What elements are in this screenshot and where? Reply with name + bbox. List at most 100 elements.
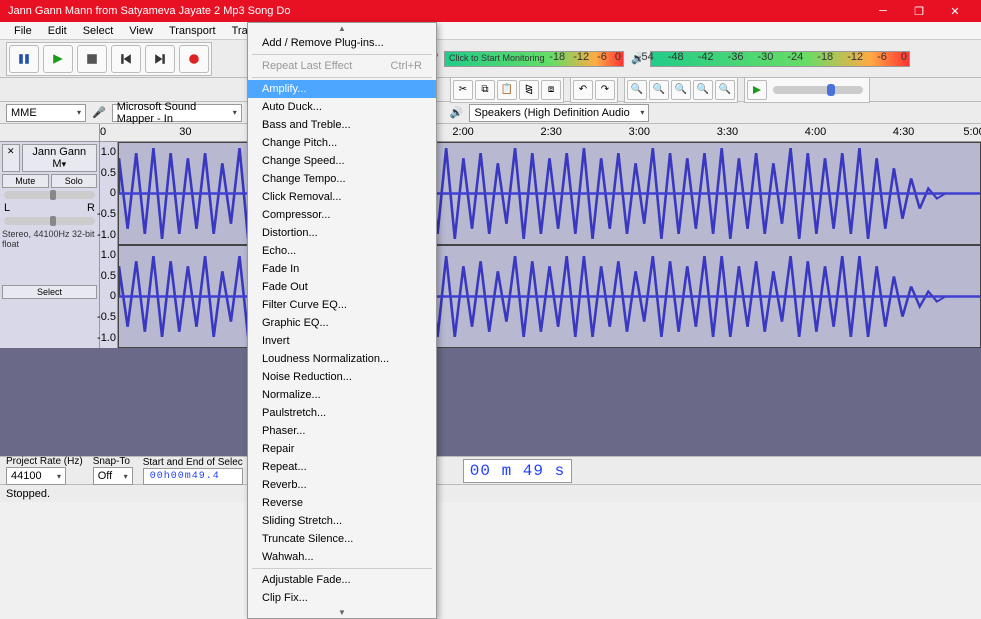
minimize-button[interactable]: ─ [865, 5, 901, 17]
menu-item-phaser[interactable]: Phaser... [248, 422, 436, 440]
menu-item-filter-curve-eq[interactable]: Filter Curve EQ... [248, 296, 436, 314]
stop-button[interactable] [77, 45, 107, 73]
window-title: Jann Gann Mann from Satyameva Jayate 2 M… [8, 5, 865, 17]
device-toolbar: MME 🎤 Microsoft Sound Mapper - In 🔊 Spea… [0, 102, 981, 124]
cut-button[interactable]: ✂ [453, 80, 473, 100]
menu-edit[interactable]: Edit [40, 23, 75, 39]
menu-item-fade-in[interactable]: Fade In [248, 260, 436, 278]
solo-button[interactable]: Solo [51, 174, 98, 188]
play-speed-slider[interactable] [773, 86, 863, 94]
undo-toolbar: ↶ ↷ [570, 77, 618, 103]
menu-item-adjustable-fade[interactable]: Adjustable Fade... [248, 571, 436, 589]
mute-button[interactable]: Mute [2, 174, 49, 188]
menu-item-bass-and-treble[interactable]: Bass and Treble... [248, 116, 436, 134]
close-button[interactable]: ✕ [937, 5, 973, 18]
menu-item-change-speed[interactable]: Change Speed... [248, 152, 436, 170]
status-text: Stopped. [6, 488, 50, 500]
snap-to-select[interactable]: Off [93, 467, 133, 485]
silence-button[interactable]: ⧈ [541, 80, 561, 100]
maximize-button[interactable]: ❐ [901, 5, 937, 18]
menu-item-fade-out[interactable]: Fade Out [248, 278, 436, 296]
record-meter-section: 🎤 Click to Start Monitoring -18 -12 -6 0 [424, 51, 624, 67]
record-meter-hint: Click to Start Monitoring [449, 53, 545, 63]
menu-item-change-tempo[interactable]: Change Tempo... [248, 170, 436, 188]
zoom-toggle-button[interactable]: 🔍 [715, 80, 735, 100]
menu-item-echo[interactable]: Echo... [248, 242, 436, 260]
menu-item-click-removal[interactable]: Click Removal... [248, 188, 436, 206]
menu-view[interactable]: View [121, 23, 161, 39]
audio-host-select[interactable]: MME [6, 104, 86, 122]
menu-item-paulstretch[interactable]: Paulstretch... [248, 404, 436, 422]
menu-item-distortion[interactable]: Distortion... [248, 224, 436, 242]
zoom-out-button[interactable]: 🔍 [649, 80, 669, 100]
menu-item-loudness-normalization[interactable]: Loudness Normalization... [248, 350, 436, 368]
zoom-sel-button[interactable]: 🔍 [671, 80, 691, 100]
project-rate-select[interactable]: 44100 [6, 467, 66, 485]
project-rate-label: Project Rate (Hz) [6, 456, 83, 467]
skip-start-button[interactable] [111, 45, 141, 73]
menu-item-invert[interactable]: Invert [248, 332, 436, 350]
track-close-button[interactable]: ✕ [2, 144, 20, 172]
menu-item-compressor[interactable]: Compressor... [248, 206, 436, 224]
ruler-corner [0, 124, 100, 141]
empty-track-area[interactable] [0, 348, 981, 456]
selection-time-group: Start and End of Selec 00h00m49.4 [143, 457, 243, 485]
menubar: File Edit Select View Transport Tracks G… [0, 22, 981, 40]
edit-toolbar: ✂ ⧉ 📋 ⧎ ⧈ [450, 77, 564, 103]
effect-menu-dropdown: ▲ Add / Remove Plug-ins... Repeat Last E… [247, 22, 437, 619]
play-button[interactable] [43, 45, 73, 73]
menu-select[interactable]: Select [75, 23, 122, 39]
selection-toolbar: Project Rate (Hz) 44100 Snap-To Off Star… [0, 456, 981, 484]
copy-button[interactable]: ⧉ [475, 80, 495, 100]
menu-transport[interactable]: Transport [161, 23, 224, 39]
toolbar-row: 🎤 Click to Start Monitoring -18 -12 -6 0… [0, 40, 981, 78]
play-at-speed-button[interactable] [747, 80, 767, 100]
undo-button[interactable]: ↶ [573, 80, 593, 100]
play-meter[interactable]: -54 -48 -42 -36 -30 -24 -18 -12 -6 0 [650, 51, 910, 67]
record-meter[interactable]: Click to Start Monitoring -18 -12 -6 0 [444, 51, 624, 67]
menu-scroll-up[interactable]: ▲ [248, 23, 436, 34]
menu-item-sliding-stretch[interactable]: Sliding Stretch... [248, 512, 436, 530]
menu-item-auto-duck[interactable]: Auto Duck... [248, 98, 436, 116]
pause-button[interactable] [9, 45, 39, 73]
audio-position-time[interactable]: 00 m 49 s [463, 459, 572, 483]
zoom-fit-button[interactable]: 🔍 [693, 80, 713, 100]
playatspeed-toolbar [744, 77, 870, 103]
menu-item-noise-reduction[interactable]: Noise Reduction... [248, 368, 436, 386]
pan-slider[interactable] [4, 217, 95, 225]
menu-file[interactable]: File [6, 23, 40, 39]
playback-device-select[interactable]: Speakers (High Definition Audio [469, 104, 649, 122]
zoom-in-button[interactable]: 🔍 [627, 80, 647, 100]
record-button[interactable] [179, 45, 209, 73]
track-area: ✕ Jann Gann M▾ Mute Solo LR Stereo, 4410… [0, 142, 981, 348]
menu-item-repair[interactable]: Repair [248, 440, 436, 458]
selection-start-time[interactable]: 00h00m49.4 [143, 468, 243, 485]
menu-item-repeat[interactable]: Repeat... [248, 458, 436, 476]
skip-end-button[interactable] [145, 45, 175, 73]
trim-button[interactable]: ⧎ [519, 80, 539, 100]
menu-item-reverse[interactable]: Reverse [248, 494, 436, 512]
menu-item-add-remove-plugins[interactable]: Add / Remove Plug-ins... [248, 34, 436, 52]
menu-item-normalize[interactable]: Normalize... [248, 386, 436, 404]
timeline-ruler[interactable]: 0 30 1:00 2:00 2:30 3:00 3:30 4:00 4:30 … [0, 124, 981, 142]
menu-item-repeat-last: Repeat Last EffectCtrl+R [248, 57, 436, 75]
menu-item-graphic-eq[interactable]: Graphic EQ... [248, 314, 436, 332]
gain-slider[interactable] [4, 191, 95, 199]
recording-device-select[interactable]: Microsoft Sound Mapper - In [112, 104, 242, 122]
redo-button[interactable]: ↷ [595, 80, 615, 100]
track-select-button[interactable]: Select [2, 285, 97, 299]
paste-button[interactable]: 📋 [497, 80, 517, 100]
menu-item-wahwah[interactable]: Wahwah... [248, 548, 436, 566]
menu-item-reverb[interactable]: Reverb... [248, 476, 436, 494]
track-name-dropdown[interactable]: Jann Gann M▾ [22, 144, 97, 172]
ruler-scale: 0 30 1:00 2:00 2:30 3:00 3:30 4:00 4:30 … [100, 124, 981, 141]
menu-item-truncate-silence[interactable]: Truncate Silence... [248, 530, 436, 548]
menu-scroll-down[interactable]: ▼ [248, 607, 436, 618]
track-control-panel: ✕ Jann Gann M▾ Mute Solo LR Stereo, 4410… [0, 142, 100, 348]
menu-item-change-pitch[interactable]: Change Pitch... [248, 134, 436, 152]
menu-item-clip-fix[interactable]: Clip Fix... [248, 589, 436, 607]
status-bar: Stopped. [0, 484, 981, 502]
project-rate-group: Project Rate (Hz) 44100 [6, 456, 83, 485]
menu-item-amplify[interactable]: Amplify... [248, 80, 436, 98]
titlebar: Jann Gann Mann from Satyameva Jayate 2 M… [0, 0, 981, 22]
